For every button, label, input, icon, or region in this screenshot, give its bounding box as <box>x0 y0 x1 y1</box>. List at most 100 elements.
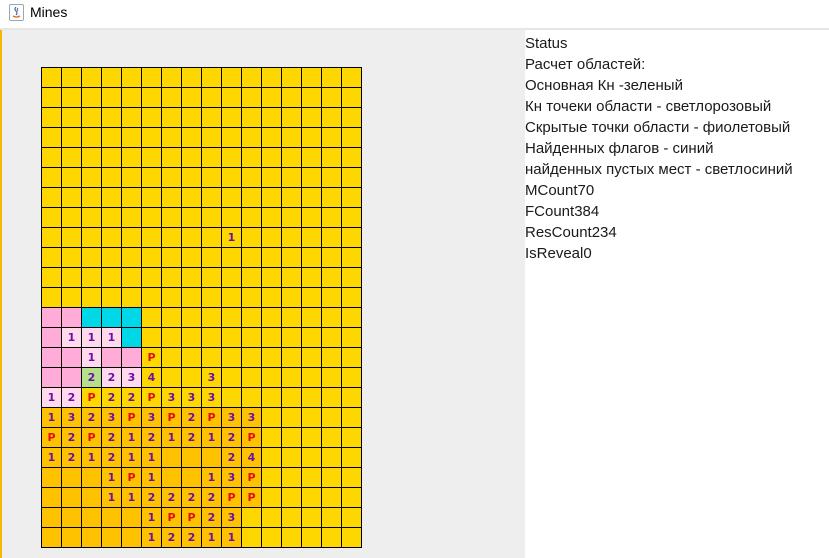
board-cell[interactable] <box>181 167 201 187</box>
board-cell-number[interactable]: 2 <box>101 367 121 387</box>
board-cell[interactable] <box>121 67 141 87</box>
board-cell[interactable] <box>161 367 181 387</box>
board-cell[interactable] <box>341 287 361 307</box>
board-cell[interactable] <box>281 467 301 487</box>
board-cell[interactable] <box>241 527 261 547</box>
board-cell-number[interactable]: 1 <box>81 447 101 467</box>
board-cell[interactable] <box>141 107 161 127</box>
board-cell[interactable] <box>141 167 161 187</box>
board-cell[interactable] <box>261 87 281 107</box>
board-cell[interactable] <box>281 327 301 347</box>
board-cell[interactable] <box>101 127 121 147</box>
board-cell[interactable] <box>301 287 321 307</box>
board-cell-number[interactable]: 2 <box>161 527 181 547</box>
board-cell[interactable] <box>61 187 81 207</box>
board-cell-number[interactable]: 2 <box>101 387 121 407</box>
board-cell-flag[interactable]: P <box>241 427 261 447</box>
board-cell[interactable] <box>261 527 281 547</box>
board-cell[interactable] <box>61 487 81 507</box>
board-cell[interactable] <box>281 427 301 447</box>
board-cell-number[interactable]: 3 <box>121 367 141 387</box>
board-cell[interactable] <box>181 327 201 347</box>
board-cell-number[interactable]: 1 <box>141 447 161 467</box>
board-cell[interactable] <box>241 67 261 87</box>
board-cell[interactable] <box>261 467 281 487</box>
board-cell[interactable] <box>221 127 241 147</box>
board-cell[interactable] <box>181 87 201 107</box>
board-cell-number[interactable]: 4 <box>141 367 161 387</box>
board-cell-number[interactable]: 2 <box>81 367 101 387</box>
board-cell-flag[interactable]: P <box>181 507 201 527</box>
board-cell[interactable] <box>201 327 221 347</box>
board-cell[interactable] <box>121 167 141 187</box>
board-cell[interactable] <box>181 287 201 307</box>
board-cell[interactable] <box>41 527 61 547</box>
board-cell-number[interactable]: 2 <box>221 427 241 447</box>
board-cell[interactable] <box>181 127 201 147</box>
board-cell-number[interactable]: 3 <box>201 387 221 407</box>
board-cell[interactable] <box>61 227 81 247</box>
board-cell[interactable] <box>241 247 261 267</box>
board-cell[interactable] <box>141 227 161 247</box>
board-cell[interactable] <box>261 507 281 527</box>
board-cell[interactable] <box>161 167 181 187</box>
board-cell[interactable] <box>321 187 341 207</box>
board-cell[interactable] <box>81 207 101 227</box>
board-cell[interactable] <box>341 447 361 467</box>
board-cell[interactable] <box>101 167 121 187</box>
board-cell[interactable] <box>281 267 301 287</box>
board-cell[interactable] <box>281 527 301 547</box>
board-cell[interactable] <box>341 227 361 247</box>
board-cell[interactable] <box>321 127 341 147</box>
board-cell-number[interactable]: 2 <box>61 427 81 447</box>
board-cell[interactable] <box>201 147 221 167</box>
board-cell[interactable] <box>61 267 81 287</box>
board-cell-number[interactable]: 2 <box>161 487 181 507</box>
board-cell[interactable] <box>41 467 61 487</box>
board-cell[interactable] <box>321 347 341 367</box>
board-cell[interactable] <box>181 147 201 167</box>
board-cell[interactable] <box>61 307 81 327</box>
board-cell[interactable] <box>41 147 61 167</box>
board-cell[interactable] <box>241 387 261 407</box>
board-cell[interactable] <box>161 147 181 167</box>
board-cell[interactable] <box>121 527 141 547</box>
board-cell[interactable] <box>261 267 281 287</box>
board-cell[interactable] <box>221 67 241 87</box>
board-cell-number[interactable]: 3 <box>201 367 221 387</box>
board-cell-number[interactable]: 1 <box>81 347 101 367</box>
board-cell-number[interactable]: 1 <box>41 447 61 467</box>
board-cell[interactable] <box>141 327 161 347</box>
board-cell[interactable] <box>101 347 121 367</box>
board-cell[interactable] <box>261 167 281 187</box>
board-cell[interactable] <box>121 107 141 127</box>
board-cell[interactable] <box>321 287 341 307</box>
board-cell[interactable] <box>341 387 361 407</box>
board-cell[interactable] <box>201 167 221 187</box>
board-cell[interactable] <box>321 67 341 87</box>
board-cell[interactable] <box>341 327 361 347</box>
board-cell[interactable] <box>281 307 301 327</box>
board-cell[interactable] <box>41 227 61 247</box>
board-cell[interactable] <box>261 387 281 407</box>
board-cell[interactable] <box>201 267 221 287</box>
board-cell[interactable] <box>101 147 121 167</box>
board-cell[interactable] <box>301 427 321 447</box>
board-cell-number[interactable]: 3 <box>241 407 261 427</box>
board-cell[interactable] <box>61 347 81 367</box>
board-cell[interactable] <box>301 147 321 167</box>
board-cell[interactable] <box>161 87 181 107</box>
board-cell[interactable] <box>101 267 121 287</box>
board-cell[interactable] <box>221 167 241 187</box>
board-cell[interactable] <box>341 87 361 107</box>
board-cell[interactable] <box>241 187 261 207</box>
board-cell-number[interactable]: 1 <box>41 387 61 407</box>
board-cell-number[interactable]: 1 <box>221 227 241 247</box>
board-cell-number[interactable]: 3 <box>181 387 201 407</box>
board-cell[interactable] <box>101 247 121 267</box>
board-cell[interactable] <box>181 67 201 87</box>
board-cell[interactable] <box>341 67 361 87</box>
board-cell[interactable] <box>301 367 321 387</box>
board-cell-number[interactable]: 2 <box>181 427 201 447</box>
board-cell-flag[interactable]: P <box>81 427 101 447</box>
